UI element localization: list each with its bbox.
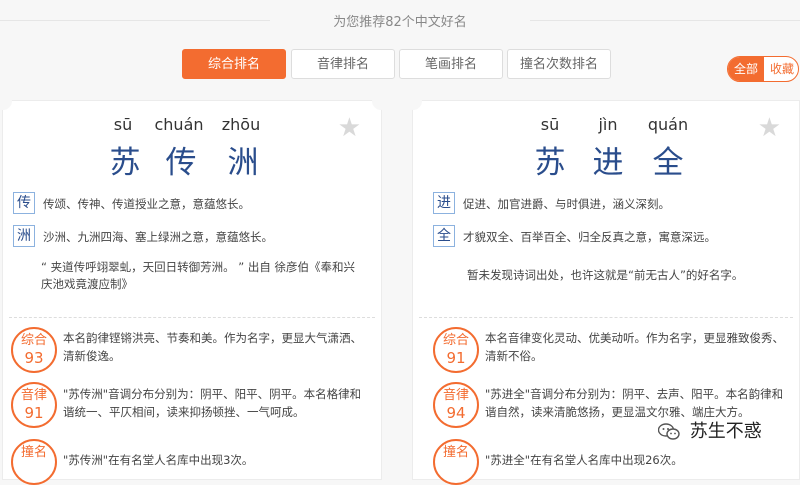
name-char: 洲 [227, 145, 259, 181]
score-description: 本名音律变化灵动、优美动听。作为名字，更显雅致俊秀、 清新不俗。 [485, 329, 784, 365]
desc-line: 谐统一、平仄相间，读来抑扬顿挫、一气呵成。 [63, 405, 305, 419]
desc-line: 本名韵律铿锵洪亮、节奏和美。作为名字，更显大气潇洒、 [63, 331, 362, 345]
score-description: "苏进全"音调分布分别为：阴平、去声、阳平。本名韵律和 谐自然，读来清脆悠扬，更… [485, 385, 783, 421]
pinyin: sū [540, 115, 560, 134]
score-description: "苏进全"在有名堂人名库中出现26次。 [485, 451, 683, 469]
poem-line: 暂未发现诗词出处，也许这就是“前无古人”的好名字。 [467, 268, 744, 282]
desc-line: 清新俊逸。 [63, 349, 121, 363]
toggle-all-button[interactable]: 全部 [728, 57, 764, 81]
poem-line: “ 夹道传呼翊翠虬，天回日转御芳洲。 ” 出自 徐彦伯《奉和兴 [41, 260, 356, 274]
name-characters: 苏 进 全 [413, 137, 799, 181]
watermark-text: 苏生不惑 [689, 421, 762, 442]
pinyin-row: sū jìn quán [413, 115, 799, 137]
char-meaning: 传 传颂、传神、传道授业之意，意蕴悠长。 [13, 192, 373, 216]
tab-overall-rank[interactable]: 综合排名 [182, 49, 286, 79]
wechat-icon [658, 423, 680, 440]
score-badge: 音律 94 [433, 382, 479, 428]
tab-stroke-rank[interactable]: 笔画排名 [399, 49, 503, 79]
desc-line: 本名音律变化灵动、优美动听。作为名字，更显雅致俊秀、 [485, 331, 784, 345]
score-description: "苏传洲"音调分布分别为：阴平、阳平、阴平。本名格律和 谐统一、平仄相间，读来抑… [63, 385, 361, 421]
desc-line: "苏传洲"音调分布分别为：阴平、阳平、阴平。本名格律和 [63, 387, 362, 401]
toggle-favorites-button[interactable]: 收藏 [764, 57, 798, 81]
score-label: 撞名 [442, 445, 469, 460]
desc-line: "苏进全"在有名堂人名库中出现26次。 [485, 453, 683, 467]
desc-line: "苏传洲"在有名堂人名库中出现3次。 [63, 453, 254, 467]
pinyin: jìn [598, 115, 618, 134]
poem-source: 暂未发现诗词出处，也许这就是“前无古人”的好名字。 [467, 267, 743, 284]
desc-line: 清新不俗。 [485, 349, 543, 363]
divider [9, 317, 375, 318]
score-description: 本名韵律铿锵洪亮、节奏和美。作为名字，更显大气潇洒、 清新俊逸。 [63, 329, 362, 365]
pinyin: chuán [154, 115, 204, 134]
score-value: 91 [24, 404, 44, 422]
score-label: 综合 [442, 333, 469, 348]
card-notch [404, 92, 422, 110]
score-badge: 综合 93 [11, 327, 57, 373]
score-badge: 撞名 [433, 439, 479, 485]
score-label: 综合 [20, 333, 47, 348]
name-char: 苏 [109, 145, 141, 181]
card-notch [0, 92, 12, 110]
pinyin: zhōu [221, 115, 261, 134]
score-badge: 综合 91 [433, 327, 479, 373]
score-label: 撞名 [20, 445, 47, 460]
char-meaning: 洲 沙洲、九洲四海、塞上绿洲之意，意蕴悠长。 [13, 225, 373, 249]
score-badge: 音律 91 [11, 382, 57, 428]
score-value: 94 [446, 404, 466, 422]
char-box: 传 [13, 192, 35, 214]
char-meaning: 进 促进、加官进爵、与时俱进，涵义深刻。 [433, 192, 793, 216]
char-box: 洲 [13, 225, 35, 247]
name-char: 全 [652, 145, 684, 181]
char-meaning-text: 促进、加官进爵、与时俱进，涵义深刻。 [463, 197, 670, 211]
name-char: 进 [592, 145, 624, 181]
desc-line: 谐自然，读来清脆悠扬，更显温文尔雅、端庄大方。 [485, 405, 750, 419]
char-box: 进 [433, 192, 455, 214]
char-meaning-text: 沙洲、九洲四海、塞上绿洲之意，意蕴悠长。 [43, 230, 273, 244]
score-value: 91 [446, 349, 466, 367]
char-meaning: 全 才貌双全、百举百全、归全反真之意，寓意深远。 [433, 225, 793, 249]
name-char: 传 [165, 145, 197, 181]
poem-line: 庆池戏竟渡应制》 [41, 277, 133, 291]
view-toggle: 全部 收藏 [727, 56, 799, 82]
desc-line: "苏进全"音调分布分别为：阴平、去声、阳平。本名韵律和 [485, 387, 784, 401]
pinyin: quán [647, 115, 689, 134]
tab-duplicate-rank[interactable]: 撞名次数排名 [507, 49, 611, 79]
watermark: 苏生不惑 [654, 420, 770, 444]
score-description: "苏传洲"在有名堂人名库中出现3次。 [63, 451, 253, 469]
score-badge: 撞名 [11, 439, 57, 485]
tab-tone-rank[interactable]: 音律排名 [291, 49, 395, 79]
divider [419, 317, 793, 318]
poem-source: “ 夹道传呼翊翠虬，天回日转御芳洲。 ” 出自 徐彦伯《奉和兴 庆池戏竟渡应制》 [41, 259, 355, 293]
pinyin: sū [113, 115, 133, 134]
char-meaning-text: 才貌双全、百举百全、归全反真之意，寓意深远。 [463, 230, 716, 244]
pinyin-row: sū chuán zhōu [3, 115, 381, 137]
name-characters: 苏 传 洲 [3, 137, 381, 181]
name-card: ★ sū chuán zhōu 苏 传 洲 传 传颂、传神、传道授业之意，意蕴悠… [0, 92, 390, 485]
card-notch [372, 92, 390, 110]
page-subtitle: 为您推荐82个中文好名 [333, 15, 467, 30]
char-box: 全 [433, 225, 455, 247]
char-meaning-text: 传颂、传神、传道授业之意，意蕴悠长。 [43, 197, 250, 211]
score-value: 93 [24, 349, 44, 367]
name-char: 苏 [534, 145, 566, 181]
score-label: 音律 [442, 388, 469, 403]
score-label: 音律 [20, 388, 47, 403]
